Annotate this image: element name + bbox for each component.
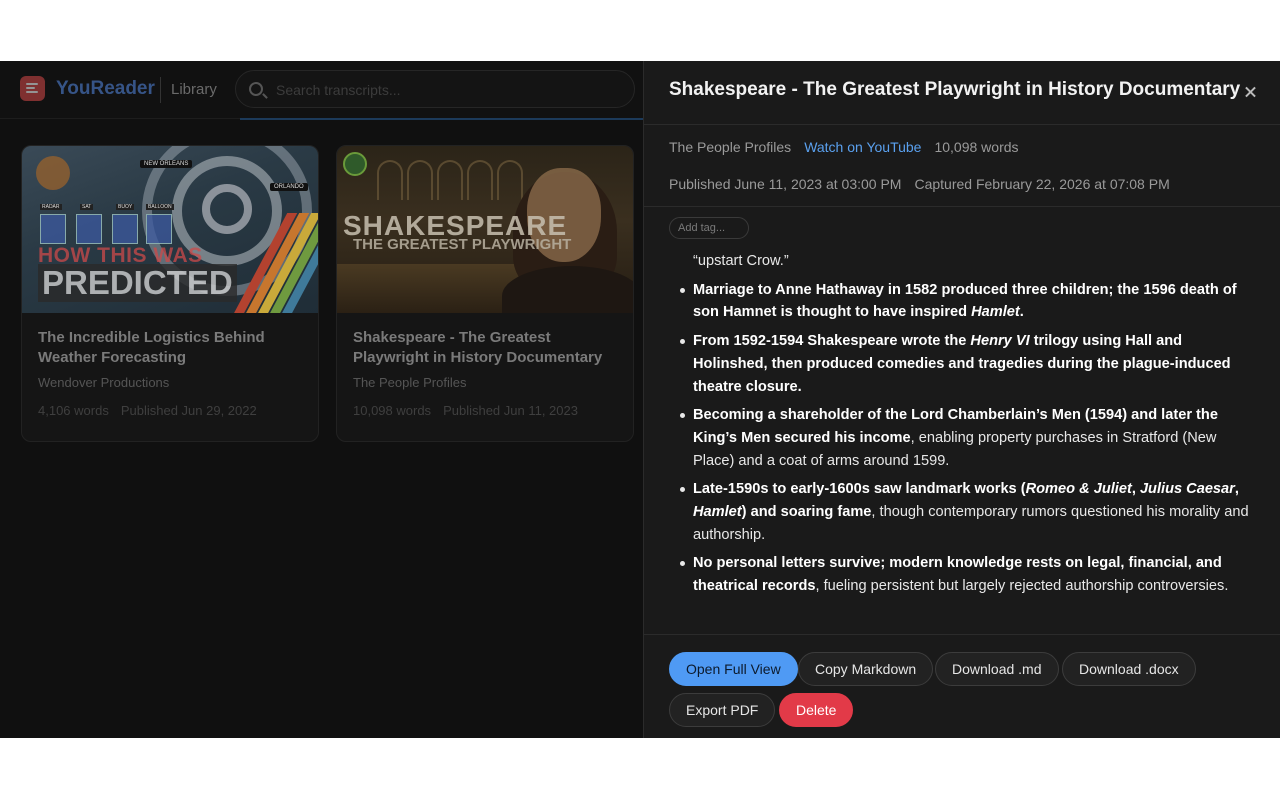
channel-badge-icon — [343, 152, 367, 176]
divider — [644, 634, 1280, 635]
divider — [644, 124, 1280, 125]
add-tag-input[interactable] — [669, 217, 749, 239]
divider — [644, 206, 1280, 207]
thumb-headline: THE GREATEST PLAYWRIGHT — [353, 236, 572, 253]
card-thumbnail: NEW ORLEANS ORLANDO RADAR SAT BUOY BALLO… — [22, 146, 318, 313]
card-meta: 4,106 words Published Jun 29, 2022 — [38, 403, 257, 418]
summary-bullet: Late-1590s to early-1600s saw landmark w… — [669, 478, 1259, 546]
summary-bullet: No personal letters survive; modern know… — [669, 552, 1259, 597]
panel-captured: Captured February 22, 2026 at 07:08 PM — [914, 176, 1170, 192]
panel-word-count: 10,098 words — [934, 139, 1019, 155]
top-bar: YouReader Library — [0, 61, 643, 120]
library-view: YouReader Library NEW ORLEANS ORLANDO RA… — [0, 61, 643, 738]
card-thumbnail: SHAKESPEARE THE GREATEST PLAYWRIGHT — [337, 146, 633, 313]
summary-bullet: Becoming a shareholder of the Lord Chamb… — [669, 404, 1259, 472]
transcript-card[interactable]: NEW ORLEANS ORLANDO RADAR SAT BUOY BALLO… — [21, 145, 319, 442]
summary-bullet: From 1592-1594 Shakespeare wrote the Hen… — [669, 330, 1259, 398]
panel-published: Published June 11, 2023 at 03:00 PM — [669, 176, 902, 192]
card-channel: Wendover Productions — [38, 375, 170, 390]
search-icon — [249, 82, 263, 96]
summary-list: Marriage to Anne Hathaway in 1582 produc… — [669, 279, 1259, 598]
panel-title: Shakespeare - The Greatest Playwright in… — [669, 79, 1241, 100]
meta-row-dates: Published June 11, 2023 at 03:00 PM Captu… — [669, 176, 1170, 192]
sensor-label: SAT — [80, 204, 94, 210]
brand-divider — [160, 77, 161, 103]
radar-icon — [40, 214, 66, 244]
sensor-label: BALLOON — [146, 204, 174, 210]
nav-library-link[interactable]: Library — [171, 81, 217, 98]
open-full-view-button[interactable]: Open Full View — [669, 652, 798, 686]
copy-markdown-button[interactable]: Copy Markdown — [798, 652, 934, 686]
panel-channel: The People Profiles — [669, 139, 792, 155]
transcript-card[interactable]: SHAKESPEARE THE GREATEST PLAYWRIGHT Shak… — [336, 145, 634, 442]
app-brand[interactable]: YouReader — [56, 78, 155, 100]
thumb-tag: ORLANDO — [270, 183, 308, 191]
card-title[interactable]: The Incredible Logistics Behind Weather … — [38, 328, 298, 368]
summary-bullet: Marriage to Anne Hathaway in 1582 produc… — [669, 279, 1259, 324]
summary-text: “upstart Crow.” — [693, 253, 789, 269]
thumb-tag: NEW ORLEANS — [140, 160, 193, 168]
sun-icon — [36, 156, 70, 190]
card-published: Published Jun 29, 2022 — [120, 403, 257, 418]
card-published: Published Jun 11, 2023 — [443, 403, 578, 418]
sensor-label: RADAR — [40, 204, 62, 210]
transcript-summary: “upstart Crow.” Marriage to Anne Hathawa… — [669, 250, 1259, 635]
app-logo-icon — [20, 76, 45, 101]
balloon-icon — [146, 214, 172, 244]
app-window: YouReader Library NEW ORLEANS ORLANDO RA… — [0, 61, 1280, 738]
transcript-detail-panel: Shakespeare - The Greatest Playwright in… — [643, 61, 1280, 738]
card-channel: The People Profiles — [353, 375, 467, 390]
delete-button[interactable]: Delete — [779, 693, 854, 727]
search-input[interactable] — [276, 80, 616, 100]
watch-on-youtube-link[interactable]: Watch on YouTube — [804, 139, 921, 155]
search-box[interactable] — [235, 70, 635, 108]
card-title[interactable]: Shakespeare - The Greatest Playwright in… — [353, 328, 613, 368]
close-icon[interactable] — [1241, 81, 1263, 103]
thumb-headline-large: PREDICTED — [38, 264, 237, 302]
buoy-icon — [112, 214, 138, 244]
card-word-count: 10,098 words — [353, 403, 432, 418]
download-docx-button[interactable]: Download .docx — [1062, 652, 1196, 686]
card-word-count: 4,106 words — [38, 403, 109, 418]
meta-row-source: The People Profiles Watch on YouTube 10,09… — [669, 139, 1019, 155]
export-pdf-button[interactable]: Export PDF — [669, 693, 776, 727]
sensor-label: BUOY — [116, 204, 135, 210]
satellite-icon — [76, 214, 102, 244]
search-focus-underline — [240, 118, 643, 120]
card-meta: 10,098 words Published Jun 11, 2023 — [353, 403, 578, 418]
download-md-button[interactable]: Download .md — [935, 652, 1059, 686]
